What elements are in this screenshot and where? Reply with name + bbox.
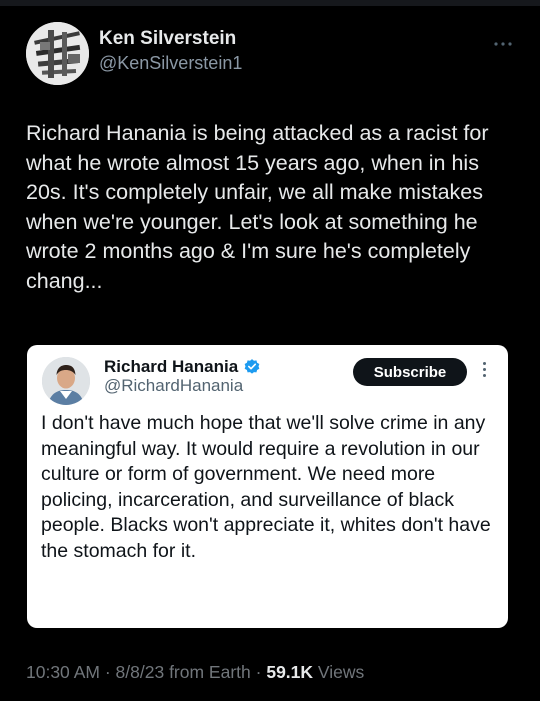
tweet-text: Richard Hanania is being attacked as a r… [26,121,489,293]
quoted-handle[interactable]: @RichardHanania [104,376,243,396]
quoted-tweet-text: I don't have much hope that we'll solve … [41,412,491,562]
views-label: Views [317,662,365,682]
tweet-time[interactable]: 10:30 AM [26,662,100,682]
subscribe-button[interactable]: Subscribe [353,358,467,386]
meta-separator: · [104,662,116,682]
author-handle[interactable]: @KenSilverstein1 [99,51,242,75]
quoted-display-name[interactable]: Richard Hanania [104,356,238,378]
verified-badge-icon [244,359,260,374]
author-avatar[interactable] [26,22,89,85]
quoted-more-options-icon[interactable] [483,362,487,380]
tweet-source: from Earth [169,662,251,682]
quoted-author-avatar[interactable] [42,357,90,405]
more-options-icon[interactable] [494,34,512,52]
tweet-date[interactable]: 8/8/23 [116,662,165,682]
quoted-tweet-card[interactable]: Richard Hanania @RichardHanania Subscrib… [27,345,508,628]
meta-separator: · [255,662,267,682]
author-display-name[interactable]: Ken Silverstein [99,27,242,51]
tweet-meta: 10:30 AM · 8/8/23 from Earth · 59.1K Vie… [26,662,364,683]
views-count: 59.1K [266,662,314,682]
tweet-author[interactable]: Ken Silverstein @KenSilverstein1 [26,22,242,85]
top-edge-strip [0,0,540,6]
